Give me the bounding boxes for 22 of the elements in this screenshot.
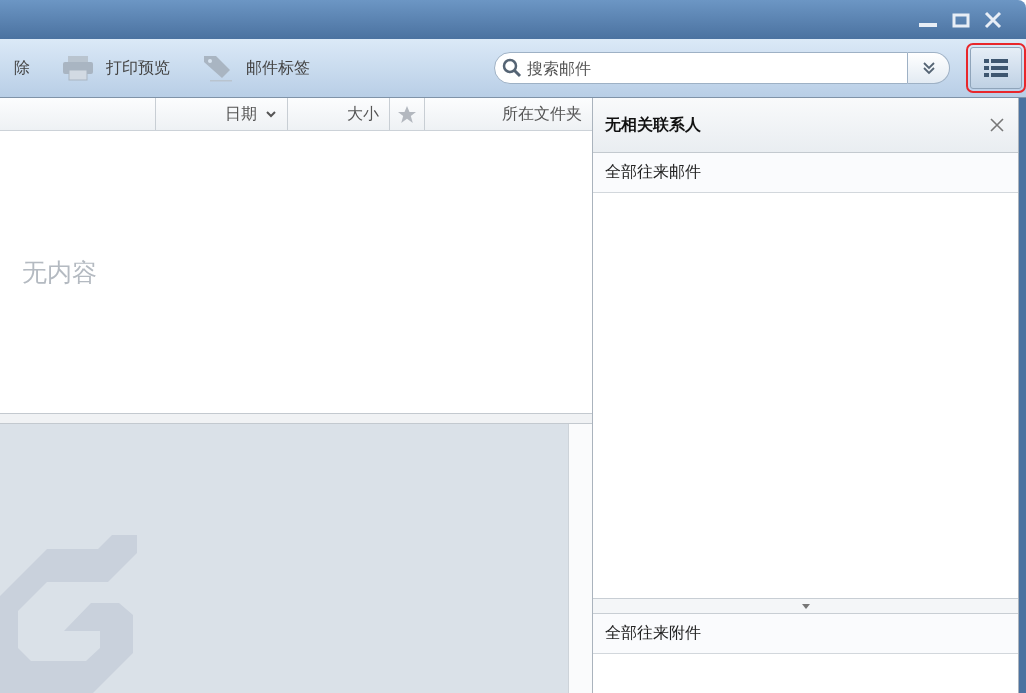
search-icon — [502, 58, 522, 78]
search-field[interactable]: 搜索邮件 — [494, 52, 908, 84]
section-header[interactable]: 全部往来附件 — [593, 614, 1018, 654]
tag-icon — [202, 54, 234, 82]
print-preview-button[interactable]: 打印预览 — [62, 55, 184, 81]
printer-icon — [62, 55, 94, 81]
star-icon — [398, 105, 416, 123]
date-column-header[interactable]: 日期 — [156, 98, 288, 130]
empty-list-text: 无内容 — [22, 256, 97, 289]
triangle-down-icon[interactable] — [801, 603, 810, 609]
panel-title: 无相关联系人 — [605, 114, 701, 136]
list-icon — [984, 58, 1008, 78]
toolbar-button[interactable]: 除 — [14, 57, 44, 79]
chevron-down-icon — [265, 110, 277, 118]
section-header[interactable]: 全部往来邮件 — [593, 153, 1018, 193]
column-header[interactable]: 大小 — [288, 98, 390, 130]
mail-tag-button[interactable]: 邮件标签 — [202, 54, 324, 82]
maximize-icon[interactable] — [952, 11, 970, 28]
close-icon[interactable] — [990, 118, 1004, 132]
column-header[interactable]: 所在文件夹 — [425, 98, 592, 130]
search-options-button[interactable] — [908, 52, 950, 84]
double-chevron-icon — [921, 61, 936, 75]
